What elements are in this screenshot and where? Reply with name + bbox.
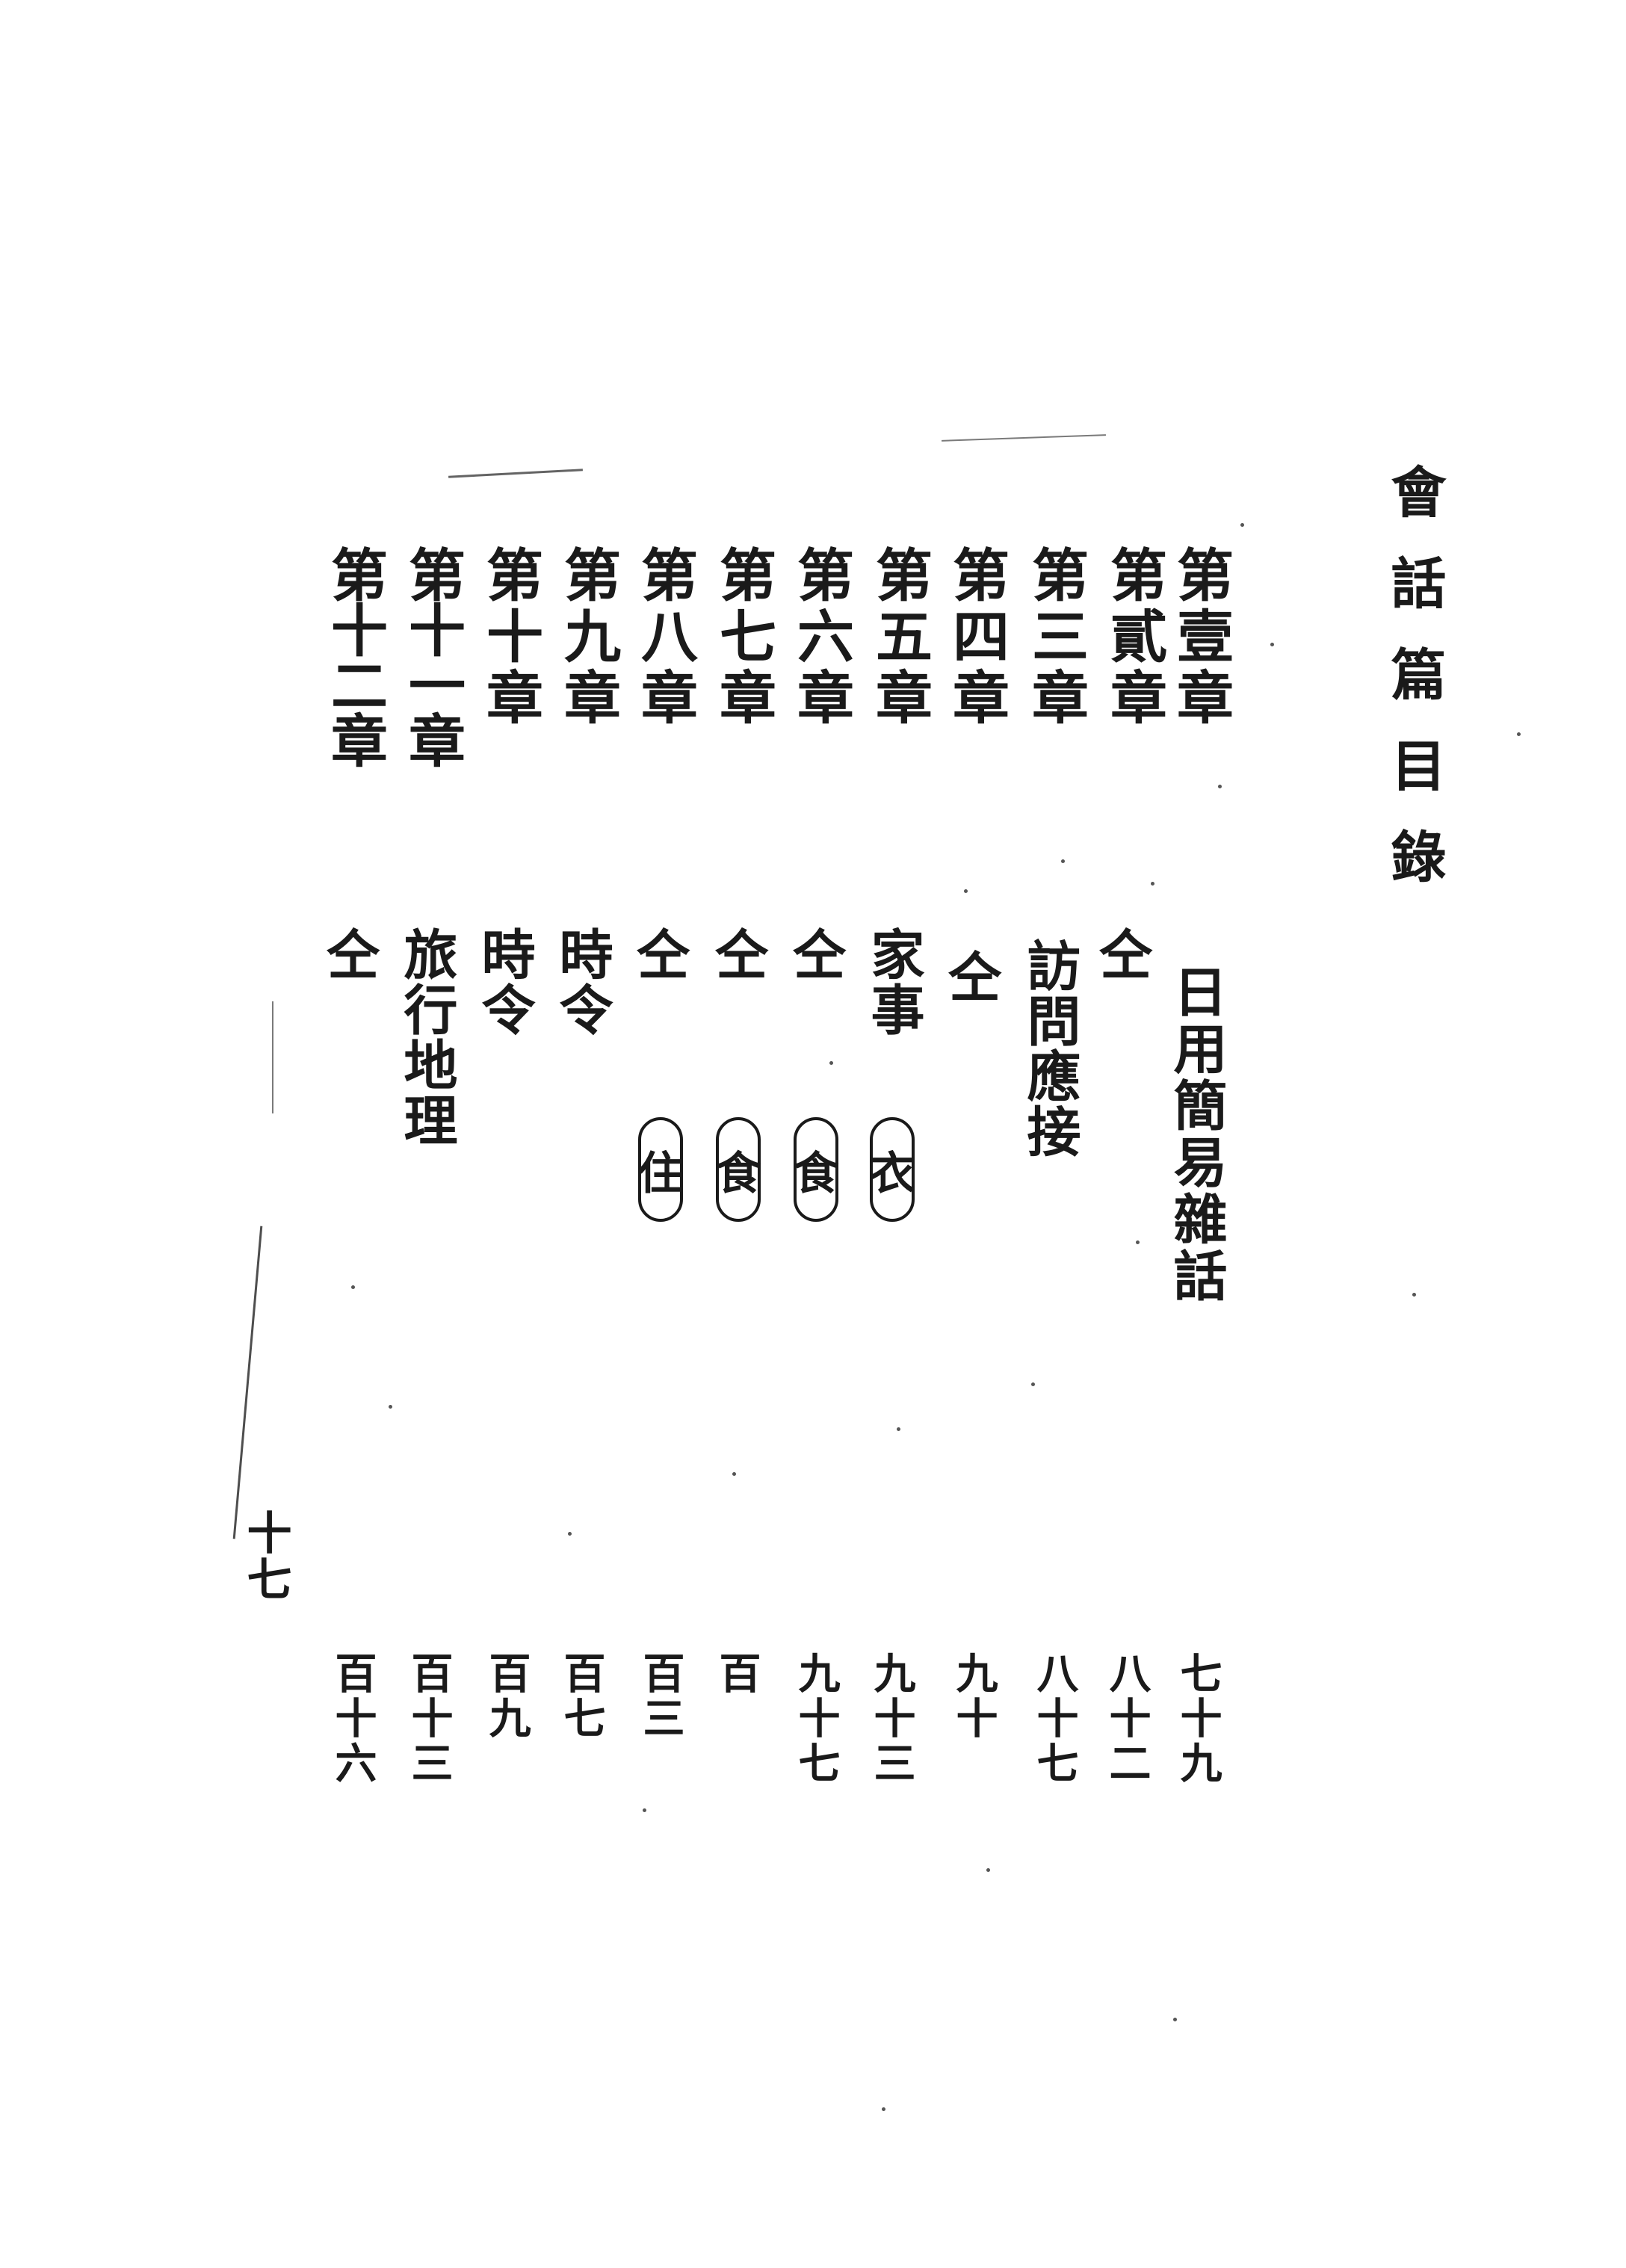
chapter-subject: 仝 bbox=[783, 927, 847, 982]
scan-speck bbox=[1061, 859, 1065, 863]
chapter-label: 第七章 bbox=[710, 546, 776, 729]
page-title: 會話篇目錄 bbox=[1382, 463, 1446, 919]
chapter-label: 第十一章 bbox=[399, 546, 466, 767]
scan-speck bbox=[1173, 2018, 1177, 2021]
chapter-subject: 家事 bbox=[862, 927, 925, 1037]
chapter-label: 第四章 bbox=[943, 546, 1010, 729]
scan-speck bbox=[351, 1285, 355, 1289]
chapter-subject: 仝 bbox=[705, 927, 769, 982]
subject-tag: 住 bbox=[638, 1117, 683, 1222]
scan-speck bbox=[1270, 643, 1274, 646]
subject-tag: 食 bbox=[794, 1117, 838, 1222]
scan-speck bbox=[389, 1405, 392, 1409]
page-number: 百 bbox=[712, 1651, 761, 1696]
scan-speck bbox=[568, 1532, 572, 1536]
scan-speck bbox=[1517, 732, 1521, 736]
scan-rule-top-right bbox=[942, 434, 1106, 442]
subject-tag: 食 bbox=[716, 1117, 761, 1222]
scan-speck bbox=[829, 1061, 833, 1065]
page-number: 八十二 bbox=[1102, 1651, 1152, 1786]
page-number: 百十三 bbox=[404, 1651, 454, 1786]
chapter-subject: 時令 bbox=[472, 927, 536, 1037]
scan-speck bbox=[986, 1868, 990, 1872]
chapter-label: 第十二章 bbox=[321, 546, 388, 767]
page-number: 七十九 bbox=[1173, 1651, 1222, 1786]
chapter-subject: 仝 bbox=[939, 949, 1002, 1004]
scan-speck bbox=[882, 2107, 885, 2111]
chapter-label: 第十章 bbox=[477, 546, 543, 729]
scan-rule-left-upper bbox=[272, 1001, 273, 1113]
chapter-label: 第八章 bbox=[631, 546, 698, 729]
folio-number: 十七 bbox=[239, 1510, 291, 1602]
scan-rule-left bbox=[232, 1226, 263, 1539]
chapter-subject: 仝 bbox=[317, 927, 380, 982]
scan-speck bbox=[1240, 523, 1244, 527]
page-number: 百九 bbox=[482, 1651, 531, 1741]
scan-speck bbox=[1031, 1382, 1035, 1386]
page-number: 九十七 bbox=[791, 1651, 841, 1786]
chapter-subject: 日用簡易雜話 bbox=[1164, 964, 1228, 1305]
chapter-subject: 仝 bbox=[1089, 927, 1153, 982]
scan-speck bbox=[964, 889, 968, 893]
scanned-page: { "title": "會話篇目錄", "folio": "十七", "entr… bbox=[0, 0, 1626, 2268]
scan-speck bbox=[897, 1427, 900, 1431]
chapter-subject: 時令 bbox=[550, 927, 613, 1037]
chapter-label: 第三章 bbox=[1022, 546, 1089, 729]
chapter-label: 第六章 bbox=[788, 546, 854, 729]
scan-rule-top bbox=[448, 469, 583, 478]
page-number: 百七 bbox=[557, 1651, 606, 1741]
scan-speck bbox=[1136, 1240, 1140, 1244]
chapter-label: 第貳章 bbox=[1101, 546, 1167, 729]
scan-speck bbox=[1151, 882, 1154, 886]
scan-speck bbox=[1218, 785, 1222, 788]
scan-speck bbox=[1412, 1293, 1416, 1297]
page-number: 九十 bbox=[949, 1651, 998, 1741]
chapter-label: 第壹章 bbox=[1167, 546, 1234, 729]
scan-speck bbox=[643, 1808, 646, 1812]
page-number: 百十六 bbox=[328, 1651, 377, 1786]
chapter-label: 第五章 bbox=[866, 546, 933, 729]
page-number: 九十三 bbox=[867, 1651, 916, 1786]
chapter-subject: 旅行地理 bbox=[395, 927, 458, 1148]
page-number: 百三 bbox=[636, 1651, 685, 1741]
scan-speck bbox=[732, 1472, 736, 1476]
chapter-subject: 訪問應接 bbox=[1018, 938, 1081, 1159]
chapter-subject: 仝 bbox=[627, 927, 690, 982]
chapter-label: 第九章 bbox=[554, 546, 621, 729]
page-number: 八十七 bbox=[1030, 1651, 1079, 1786]
subject-tag: 衣 bbox=[870, 1117, 915, 1222]
